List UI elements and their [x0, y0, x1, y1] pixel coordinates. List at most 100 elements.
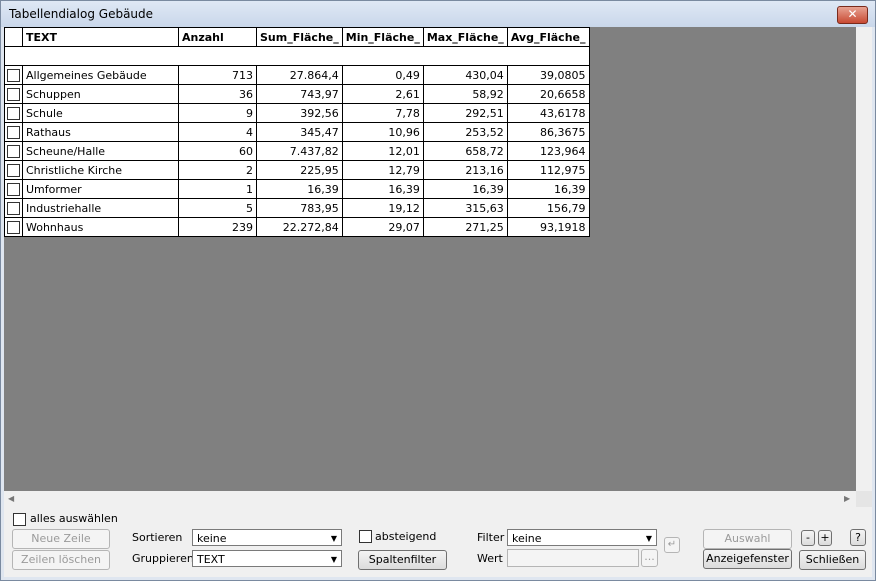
table-row[interactable]: Christliche Kirche 2 225,95 12,79 213,16 112,…: [4, 160, 590, 180]
window-close-button[interactable]: ✕: [837, 6, 868, 24]
table-cell[interactable]: 292,51: [422, 103, 508, 123]
row-checkbox[interactable]: [7, 182, 20, 196]
row-checkbox[interactable]: [7, 201, 20, 215]
row-checkbox[interactable]: [7, 144, 20, 158]
table-row[interactable]: Umformer 1 16,39 16,39 16,39 16,39: [4, 179, 590, 199]
help-button[interactable]: ?: [850, 529, 866, 546]
table-cell[interactable]: 36: [178, 84, 257, 104]
column-header-min-flaeche[interactable]: Min_Fläche_: [341, 27, 424, 47]
table-cell[interactable]: 27.864,4: [256, 65, 343, 85]
table-cell[interactable]: 1: [178, 179, 257, 199]
table-cell[interactable]: 2: [178, 160, 257, 180]
browse-button[interactable]: ...: [641, 549, 658, 567]
group-select[interactable]: TEXT ▼: [192, 550, 342, 567]
table-cell[interactable]: 22.272,84: [256, 217, 343, 237]
table-cell[interactable]: 39,0805: [506, 65, 590, 85]
display-window-button[interactable]: Anzeigefenster: [703, 549, 792, 569]
table-cell[interactable]: 271,25: [422, 217, 508, 237]
scroll-left-icon[interactable]: ◀: [8, 494, 14, 503]
table-cell[interactable]: 12,01: [341, 141, 424, 161]
table-row[interactable]: Industriehalle 5 783,95 19,12 315,63 156,79: [4, 198, 590, 218]
table-cell[interactable]: Christliche Kirche: [22, 160, 179, 180]
table-cell[interactable]: 713: [178, 65, 257, 85]
table-cell[interactable]: 658,72: [422, 141, 508, 161]
table-cell[interactable]: 112,975: [506, 160, 590, 180]
table-cell[interactable]: 19,12: [341, 198, 424, 218]
close-dialog-button[interactable]: Schließen: [799, 550, 866, 570]
table-cell[interactable]: 156,79: [506, 198, 590, 218]
table-cell[interactable]: 4: [178, 122, 257, 142]
table-cell[interactable]: 20,6658: [506, 84, 590, 104]
table-cell[interactable]: 0,49: [341, 65, 424, 85]
minus-button[interactable]: -: [801, 530, 815, 546]
table-cell[interactable]: 743,97: [256, 84, 343, 104]
value-input[interactable]: [507, 549, 639, 567]
table-cell[interactable]: 10,96: [341, 122, 424, 142]
row-checkbox[interactable]: [7, 163, 20, 177]
table-cell[interactable]: Allgemeines Gebäude: [22, 65, 179, 85]
table-row[interactable]: Wohnhaus 239 22.272,84 29,07 271,25 93,1918: [4, 217, 590, 237]
column-header-max-flaeche[interactable]: Max_Fläche_: [422, 27, 508, 47]
row-checkbox[interactable]: [7, 125, 20, 139]
table-cell[interactable]: 225,95: [256, 160, 343, 180]
horizontal-scrollbar[interactable]: ◀ ▶: [4, 491, 856, 507]
sort-select[interactable]: keine ▼: [192, 529, 342, 546]
table-cell[interactable]: 7,78: [341, 103, 424, 123]
table-cell[interactable]: Umformer: [22, 179, 179, 199]
table-cell[interactable]: Wohnhaus: [22, 217, 179, 237]
table-cell[interactable]: 60: [178, 141, 257, 161]
table-cell[interactable]: 16,39: [422, 179, 508, 199]
table-cell[interactable]: 430,04: [422, 65, 508, 85]
scroll-right-icon[interactable]: ▶: [844, 494, 850, 503]
row-checkbox[interactable]: [7, 87, 20, 101]
column-filter-button[interactable]: Spaltenfilter: [358, 550, 447, 570]
table-cell[interactable]: 86,3675: [506, 122, 590, 142]
row-checkbox[interactable]: [7, 220, 20, 234]
table-cell[interactable]: 2,61: [341, 84, 424, 104]
search-selection-button[interactable]: Auswahl suchen: [703, 529, 792, 563]
table-cell[interactable]: 123,964: [506, 141, 590, 161]
table-row[interactable]: Schuppen 36 743,97 2,61 58,92 20,6658: [4, 84, 590, 104]
column-header-sum-flaeche[interactable]: Sum_Fläche_: [256, 27, 343, 47]
table-cell[interactable]: 43,6178: [506, 103, 590, 123]
table-cell[interactable]: Scheune/Halle: [22, 141, 179, 161]
table-cell[interactable]: 783,95: [256, 198, 343, 218]
table-row[interactable]: Rathaus 4 345,47 10,96 253,52 86,3675: [4, 122, 590, 142]
table-cell[interactable]: 392,56: [256, 103, 343, 123]
apply-filter-button[interactable]: ↵: [664, 537, 680, 553]
table-cell[interactable]: 9: [178, 103, 257, 123]
table-cell[interactable]: 93,1918: [506, 217, 590, 237]
table-cell[interactable]: Schule: [22, 103, 179, 123]
vertical-scrollbar[interactable]: [856, 27, 872, 491]
table-cell[interactable]: Schuppen: [22, 84, 179, 104]
row-checkbox[interactable]: [7, 106, 20, 120]
descending-checkbox[interactable]: [359, 530, 372, 543]
new-row-button[interactable]: Neue Zeile: [12, 529, 110, 549]
table-cell[interactable]: 12,79: [341, 160, 424, 180]
table-cell[interactable]: 58,92: [422, 84, 508, 104]
table-cell[interactable]: 253,52: [422, 122, 508, 142]
table-cell[interactable]: 345,47: [256, 122, 343, 142]
table-cell[interactable]: 315,63: [422, 198, 508, 218]
table-cell[interactable]: 5: [178, 198, 257, 218]
table-cell[interactable]: 16,39: [506, 179, 590, 199]
table-row[interactable]: Schule 9 392,56 7,78 292,51 43,6178: [4, 103, 590, 123]
row-checkbox[interactable]: [7, 68, 20, 82]
table-cell[interactable]: 29,07: [341, 217, 424, 237]
table-cell[interactable]: 16,39: [341, 179, 424, 199]
column-header-avg-flaeche[interactable]: Avg_Fläche_: [506, 27, 590, 47]
plus-button[interactable]: +: [818, 530, 832, 546]
delete-rows-button[interactable]: Zeilen löschen: [12, 550, 110, 570]
table-cell[interactable]: Industriehalle: [22, 198, 179, 218]
select-all-checkbox[interactable]: [13, 513, 26, 526]
table-cell[interactable]: 213,16: [422, 160, 508, 180]
table-cell[interactable]: 239: [178, 217, 257, 237]
column-header-text[interactable]: TEXT: [22, 27, 179, 47]
table-row[interactable]: Allgemeines Gebäude 713 27.864,4 0,49 430,04…: [4, 65, 590, 85]
table-cell[interactable]: 16,39: [256, 179, 343, 199]
table-row[interactable]: Scheune/Halle 60 7.437,82 12,01 658,72 123,96…: [4, 141, 590, 161]
table-cell[interactable]: Rathaus: [22, 122, 179, 142]
table-cell[interactable]: 7.437,82: [256, 141, 343, 161]
column-header-anzahl[interactable]: Anzahl: [178, 27, 257, 47]
filter-select[interactable]: keine ▼: [507, 529, 657, 546]
